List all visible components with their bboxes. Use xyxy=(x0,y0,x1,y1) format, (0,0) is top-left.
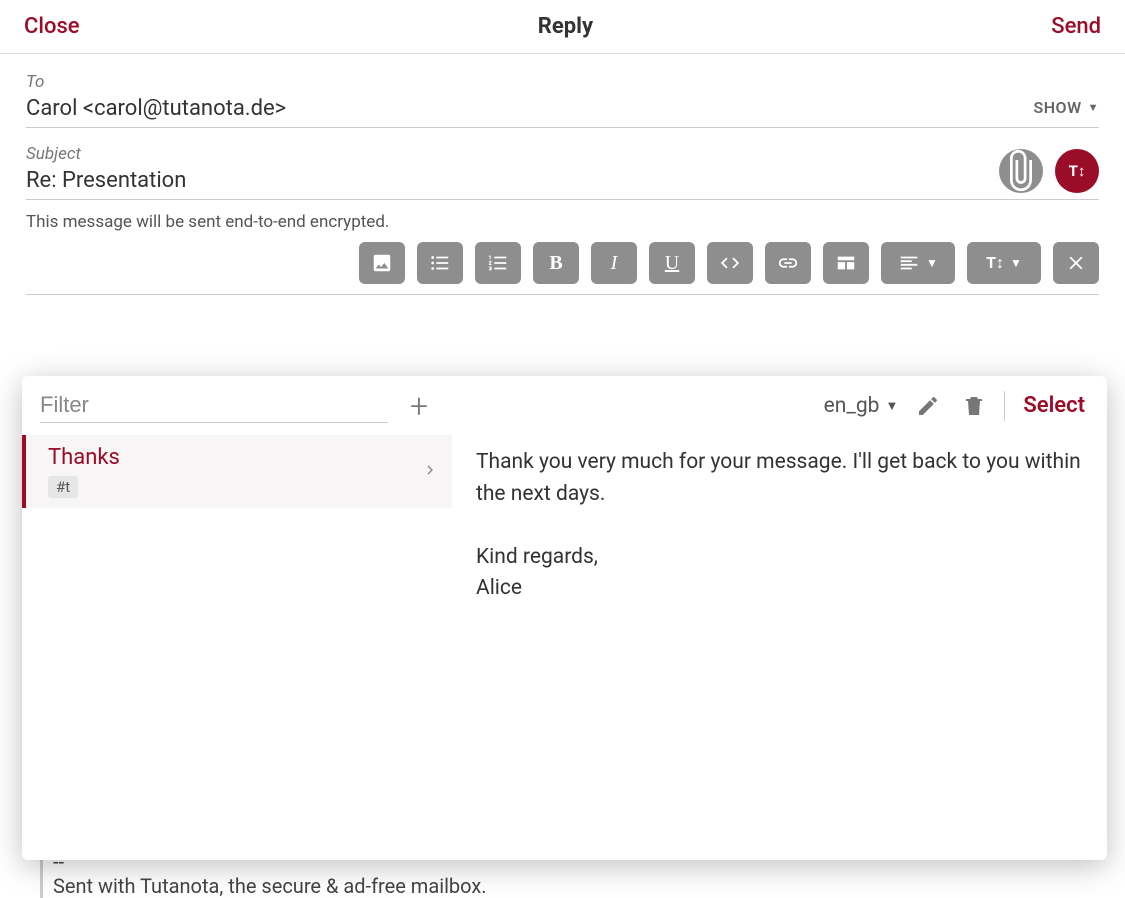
code-icon xyxy=(719,252,741,274)
clear-format-button[interactable] xyxy=(1053,242,1099,284)
code-button[interactable] xyxy=(707,242,753,284)
font-size-button[interactable]: T↕ ▼ xyxy=(967,242,1041,284)
divider xyxy=(1004,391,1005,421)
edit-template-button[interactable] xyxy=(912,390,944,422)
link-icon xyxy=(777,252,799,274)
template-list: Thanks #t xyxy=(22,435,452,860)
chevron-right-icon xyxy=(422,462,438,482)
align-button[interactable]: ▼ xyxy=(881,242,955,284)
compose-form: To Carol <carol@tutanota.de> SHOW ▼ Subj… xyxy=(0,54,1125,295)
compose-header: Close Reply Send xyxy=(0,0,1125,54)
language-label: en_gb xyxy=(824,394,880,418)
to-field[interactable]: To Carol <carol@tutanota.de> SHOW ▼ xyxy=(26,72,1099,128)
preview-line: Alice xyxy=(476,573,1083,605)
template-panel: + en_gb ▼ Select Thanks #t Thank you ve xyxy=(22,376,1107,860)
sig-line: Sent with Tutanota, the secure & ad-free… xyxy=(53,874,487,898)
template-icon xyxy=(835,252,857,274)
preview-line: Thank you very much for your message. I'… xyxy=(476,447,1083,510)
page-title: Reply xyxy=(538,14,593,39)
bold-icon: B xyxy=(549,252,562,275)
paperclip-icon xyxy=(999,149,1043,193)
preview-line: Kind regards, xyxy=(476,542,1083,574)
confidential-toggle[interactable]: T↕ xyxy=(1055,149,1099,193)
pencil-icon xyxy=(916,394,940,418)
link-button[interactable] xyxy=(765,242,811,284)
template-preview: Thank you very much for your message. I'… xyxy=(452,435,1107,860)
show-label: SHOW xyxy=(1033,98,1081,117)
plus-icon: + xyxy=(410,387,428,425)
template-panel-body: Thanks #t Thank you very much for your m… xyxy=(22,435,1107,860)
close-icon xyxy=(1065,252,1087,274)
to-value[interactable]: Carol <carol@tutanota.de> xyxy=(26,96,1099,121)
delete-template-button[interactable] xyxy=(958,390,990,422)
send-button[interactable]: Send xyxy=(1051,14,1101,39)
template-panel-header: + en_gb ▼ Select xyxy=(22,376,1107,435)
encryption-notice: This message will be sent end-to-end enc… xyxy=(26,200,1099,242)
format-toolbar: B I U ▼ T↕ ▼ xyxy=(26,242,1099,295)
align-left-icon xyxy=(898,252,920,274)
chevron-down-icon: ▼ xyxy=(885,398,898,414)
trash-icon xyxy=(962,394,986,418)
bold-button[interactable]: B xyxy=(533,242,579,284)
bullet-list-icon xyxy=(429,252,451,274)
add-template-button[interactable]: + xyxy=(402,389,436,423)
to-label: To xyxy=(26,72,1099,92)
show-recipients-button[interactable]: SHOW ▼ xyxy=(1033,98,1099,117)
template-filter-input[interactable] xyxy=(40,388,388,423)
chevron-down-icon: ▼ xyxy=(1088,101,1099,114)
insert-image-button[interactable] xyxy=(359,242,405,284)
confidential-icon: T↕ xyxy=(1069,162,1086,180)
subject-label: Subject xyxy=(26,144,987,164)
italic-button[interactable]: I xyxy=(591,242,637,284)
chevron-down-icon: ▼ xyxy=(926,256,938,270)
image-icon xyxy=(371,252,393,274)
underline-button[interactable]: U xyxy=(649,242,695,284)
subject-row: Subject Re: Presentation T↕ xyxy=(26,128,1099,200)
number-list-icon xyxy=(487,252,509,274)
subject-input[interactable]: Re: Presentation xyxy=(26,168,987,193)
template-item-title: Thanks xyxy=(48,445,434,470)
text-size-icon: T↕ xyxy=(986,253,1004,273)
select-template-button[interactable]: Select xyxy=(1019,393,1089,418)
template-item-tag: #t xyxy=(48,476,78,498)
language-select[interactable]: en_gb ▼ xyxy=(824,394,899,418)
template-button[interactable] xyxy=(823,242,869,284)
italic-icon: I xyxy=(611,252,618,275)
bullet-list-button[interactable] xyxy=(417,242,463,284)
template-item[interactable]: Thanks #t xyxy=(22,435,452,508)
number-list-button[interactable] xyxy=(475,242,521,284)
close-button[interactable]: Close xyxy=(24,14,80,39)
underline-icon: U xyxy=(665,252,679,275)
attach-button[interactable] xyxy=(999,149,1043,193)
chevron-down-icon: ▼ xyxy=(1010,256,1022,270)
